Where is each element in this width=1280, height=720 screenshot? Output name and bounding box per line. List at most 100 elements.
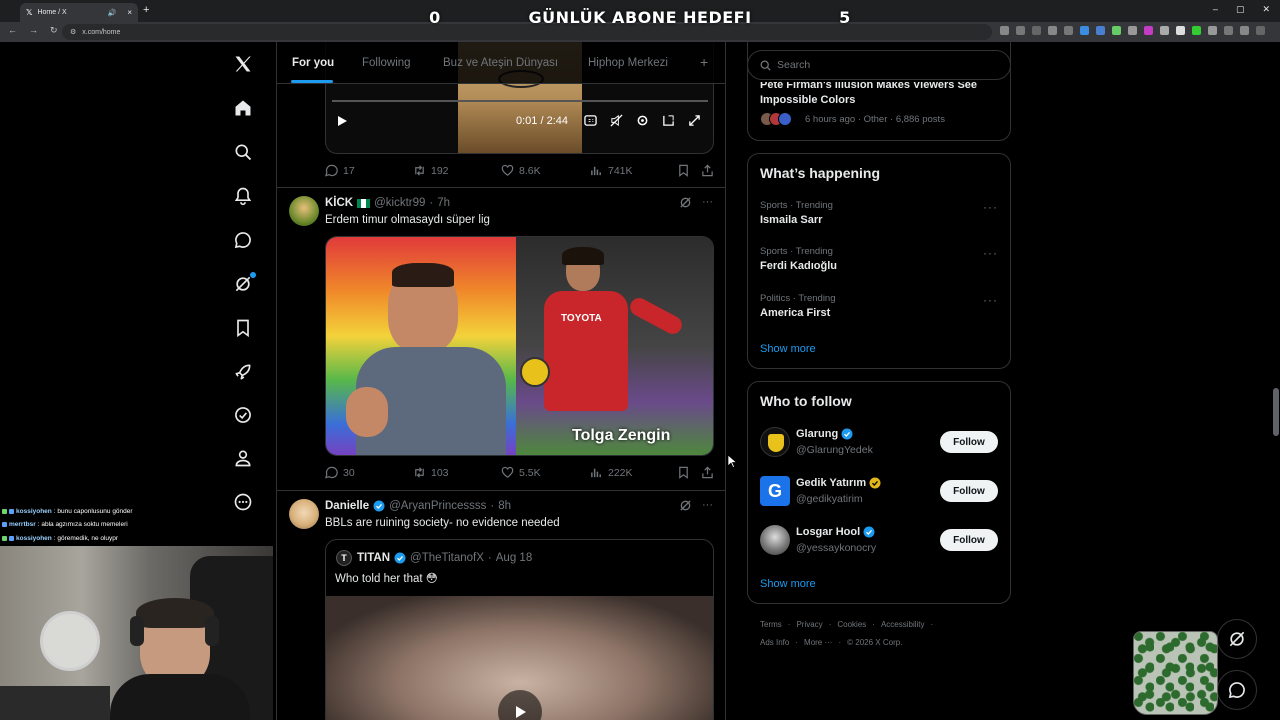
premium-icon[interactable] — [222, 352, 264, 392]
quote-tweet[interactable]: T TITAN @TheTitanofX · Aug 18 Who told h… — [325, 539, 714, 720]
account-handle[interactable]: @GlarungYedek — [796, 444, 873, 456]
like-button[interactable]: 5.5K — [501, 466, 541, 479]
browser-tab[interactable]: 𝕏 Home / X 🔊 × — [20, 3, 138, 22]
repost-button[interactable]: 103 — [413, 466, 449, 479]
views-button[interactable]: 741K — [590, 164, 633, 177]
explore-icon[interactable] — [222, 132, 264, 172]
author-name[interactable]: Danielle — [325, 500, 369, 512]
footer-more-link[interactable]: More ··· — [804, 638, 832, 647]
footer-privacy-link[interactable]: Privacy — [796, 620, 822, 629]
account-name[interactable]: Losgar Hool — [796, 526, 875, 538]
extension-grid-icon[interactable] — [1128, 26, 1137, 35]
footer-accessibility-link[interactable]: Accessibility — [881, 620, 925, 629]
captions-icon[interactable] — [584, 114, 597, 127]
reload-icon[interactable]: ↻ — [50, 25, 58, 36]
avatar-losgar[interactable] — [760, 525, 790, 555]
extension-blue-icon[interactable] — [1080, 26, 1089, 35]
trend-item[interactable]: America First — [760, 307, 830, 319]
bookmark-star-icon[interactable] — [1048, 26, 1057, 35]
puzzle-icon[interactable] — [1208, 26, 1217, 35]
play-icon[interactable] — [336, 115, 348, 127]
notifications-icon[interactable] — [222, 176, 264, 216]
trend-item[interactable]: Ismaila Sarr — [760, 214, 822, 226]
home-icon[interactable] — [222, 88, 264, 128]
extension-purple-icon[interactable] — [1144, 26, 1153, 35]
more-options-icon[interactable]: ··· — [702, 196, 713, 209]
extension-wave-icon[interactable] — [1096, 26, 1105, 35]
new-tab-button[interactable]: + — [143, 4, 149, 16]
reply-button[interactable]: 30 — [325, 466, 355, 479]
bookmarks-icon[interactable] — [222, 308, 264, 348]
trend-more-icon[interactable]: ··· — [983, 246, 998, 260]
extension-icon[interactable] — [1064, 26, 1073, 35]
forward-icon[interactable]: → — [29, 25, 38, 36]
grok-icon[interactable] — [222, 264, 264, 304]
footer-ads-info-link[interactable]: Ads Info — [760, 638, 789, 647]
reply-button[interactable]: 17 — [325, 164, 355, 177]
account-handle[interactable]: @gedikyatirim — [796, 493, 863, 505]
messages-icon[interactable] — [222, 220, 264, 260]
follow-button[interactable]: Follow — [940, 529, 998, 551]
follow-button[interactable]: Follow — [940, 480, 998, 502]
grok-floating-button[interactable] — [1217, 619, 1257, 659]
footer-cookies-link[interactable]: Cookies — [837, 620, 866, 629]
mute-icon[interactable] — [610, 114, 623, 127]
extension-bar-icon[interactable] — [1192, 26, 1201, 35]
more-options-icon[interactable]: ··· — [702, 499, 713, 512]
quote-time[interactable]: Aug 18 — [496, 552, 532, 564]
fullscreen-icon[interactable] — [688, 114, 701, 127]
more-icon[interactable] — [222, 482, 264, 522]
post-time[interactable]: 7h — [437, 197, 450, 209]
translate-icon[interactable] — [1000, 26, 1009, 35]
share-button[interactable] — [701, 164, 714, 177]
repost-button[interactable]: 192 — [413, 164, 449, 177]
x-logo-icon[interactable] — [222, 44, 264, 84]
grok-explain-icon[interactable] — [679, 196, 692, 209]
show-more-trends-link[interactable]: Show more — [760, 343, 816, 355]
extension-white-icon[interactable] — [1176, 26, 1185, 35]
views-button[interactable]: 222K — [590, 466, 633, 479]
tab-audio-icon[interactable]: 🔊 — [108, 9, 117, 17]
tab-for-you[interactable]: For you — [292, 57, 334, 69]
grok-explain-icon[interactable] — [679, 499, 692, 512]
bookmark-button[interactable] — [677, 466, 690, 479]
avatar-danielle[interactable] — [289, 499, 319, 529]
messages-floating-button[interactable] — [1217, 670, 1257, 710]
avatar-kick[interactable] — [289, 196, 319, 226]
author-handle[interactable]: @kicktr99 — [374, 197, 425, 209]
tab-buz-ve-atesin-dunyasi[interactable]: Buz ve Ateşin Dünyası — [443, 57, 558, 69]
show-more-follow-link[interactable]: Show more — [760, 578, 816, 590]
avatar-glarung[interactable] — [760, 427, 790, 457]
like-button[interactable]: 8.6K — [501, 164, 541, 177]
tab-following[interactable]: Following — [362, 57, 411, 69]
trend-more-icon[interactable]: ··· — [983, 293, 998, 307]
add-tab-button[interactable]: + — [700, 54, 708, 70]
share-button[interactable] — [701, 466, 714, 479]
extension-green-icon[interactable] — [1112, 26, 1121, 35]
close-window-button[interactable]: ✕ — [1262, 4, 1270, 15]
site-info-icon[interactable]: ⚙ — [70, 28, 76, 36]
scrollbar-thumb[interactable] — [1273, 388, 1279, 436]
bookmark-button[interactable] — [677, 164, 690, 177]
post-time[interactable]: 8h — [498, 500, 511, 512]
account-name[interactable]: Glarung — [796, 428, 853, 440]
top-story-card[interactable]: Pete Firman's Illusion Makes Viewers See… — [747, 40, 1011, 141]
account-handle[interactable]: @yessaykonocry — [796, 542, 876, 554]
menu-dots-icon[interactable] — [1256, 26, 1265, 35]
play-icon[interactable] — [498, 690, 542, 720]
pip-icon[interactable] — [662, 114, 675, 127]
settings-icon[interactable] — [636, 114, 649, 127]
minimize-button[interactable]: – — [1213, 4, 1218, 15]
follow-button[interactable]: Follow — [940, 431, 998, 453]
zoom-icon[interactable] — [1016, 26, 1025, 35]
quote-handle[interactable]: @TheTitanofX — [410, 552, 484, 564]
tab-close-button[interactable]: × — [127, 8, 132, 17]
quote-video-frame[interactable] — [326, 596, 713, 720]
page-scrollbar[interactable] — [1273, 48, 1279, 720]
verified-orgs-icon[interactable] — [222, 395, 264, 435]
maximize-button[interactable]: ▢ — [1236, 4, 1245, 15]
story-title[interactable]: Pete Firman's Illusion Makes Viewers See… — [760, 82, 977, 108]
download-icon[interactable] — [1224, 26, 1233, 35]
author-name[interactable]: KİCK — [325, 197, 353, 209]
author-handle[interactable]: @AryanPrincessss — [389, 500, 486, 512]
